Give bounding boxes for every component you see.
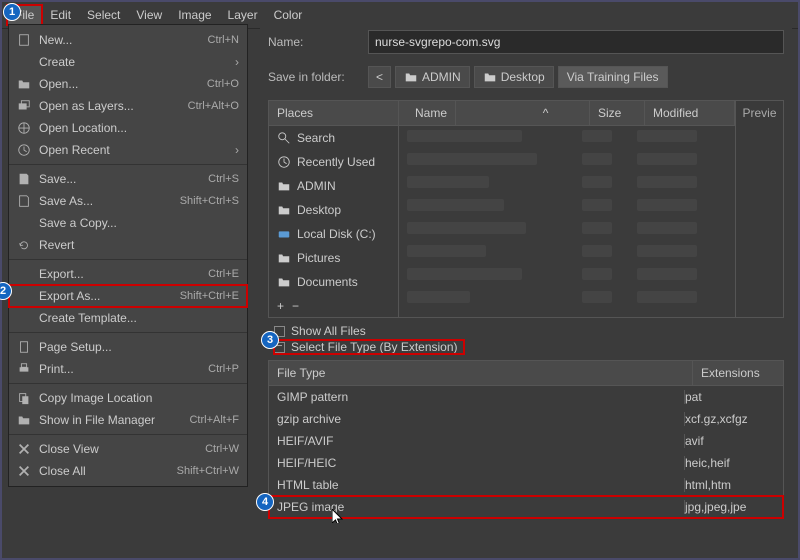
menu-item-save-[interactable]: Save...Ctrl+S [9,168,247,190]
new-icon [17,33,31,47]
crumb-desktop[interactable]: Desktop [474,66,554,88]
file-row[interactable] [399,241,735,264]
menu-item-save-a-copy-[interactable]: Save a Copy... [9,212,247,234]
save-in-folder-label: Save in folder: [268,70,358,84]
place-desktop[interactable]: Desktop [269,198,398,222]
file-browser: Places Search Recently Used ADMIN Deskto… [268,100,784,318]
nav-back[interactable]: < [368,66,391,88]
name-label: Name: [268,35,358,49]
x-icon [17,442,31,456]
menu-item-close-view[interactable]: Close ViewCtrl+W [9,438,247,460]
place-search[interactable]: Search [269,126,398,150]
file-row[interactable] [399,172,735,195]
filename-input[interactable] [368,30,784,54]
filetype-jpeg-image[interactable]: JPEG imagejpg,jpeg,jpe4 [269,496,783,518]
blank-icon [17,216,31,230]
place-local-disk-c-[interactable]: Local Disk (C:) [269,222,398,246]
revert-icon [17,238,31,252]
annotation-1: 1 [3,3,21,21]
file-row[interactable] [399,126,735,149]
menu-view[interactable]: View [129,6,169,24]
menu-item-page-setup-[interactable]: Page Setup... [9,336,247,358]
menu-item-create-template-[interactable]: Create Template... [9,307,247,329]
folder-icon [17,413,31,427]
layers-icon [17,99,31,113]
menu-item-open-as-layers-[interactable]: Open as Layers...Ctrl+Alt+O [9,95,247,117]
col-name[interactable]: Name ^ [399,101,590,125]
places-header: Places [269,101,398,126]
saveas-icon [17,194,31,208]
save-icon [17,172,31,186]
blank-icon [17,267,31,281]
col-file-type: File Type [269,361,693,385]
preview-panel: Previe [735,101,783,317]
col-modified[interactable]: Modified [645,101,735,125]
menu-item-print-[interactable]: Print...Ctrl+P [9,358,247,380]
file-row[interactable] [399,149,735,172]
open-icon [17,77,31,91]
file-row[interactable] [399,287,735,310]
show-all-files-checkbox[interactable]: Show All Files [274,324,778,338]
filetype-heif-heic[interactable]: HEIF/HEICheic,heif [269,452,783,474]
places-add-remove[interactable]: +− [269,295,398,317]
blank-icon [17,311,31,325]
annotation-3: 3 [261,331,279,349]
file-type-table: File Type Extensions GIMP patternpatgzip… [268,360,784,519]
file-row[interactable] [399,195,735,218]
menu-color[interactable]: Color [267,6,310,24]
blank-icon [17,289,31,303]
export-dialog: Name: Save in folder: < ADMINDesktopVia … [260,24,792,552]
place-admin[interactable]: ADMIN [269,174,398,198]
menu-edit[interactable]: Edit [43,6,78,24]
copy-icon [17,391,31,405]
menu-item-save-as-[interactable]: Save As...Shift+Ctrl+S [9,190,247,212]
menu-item-new-[interactable]: New...Ctrl+N [9,29,247,51]
mouse-cursor-icon [332,509,346,523]
filetype-html-table[interactable]: HTML tablehtml,htm [269,474,783,496]
select-file-type-toggle[interactable]: −Select File Type (By Extension) 3 [274,340,464,354]
file-row[interactable] [399,264,735,287]
menu-select[interactable]: Select [80,6,127,24]
blank-icon [17,55,31,69]
menu-item-export-as-[interactable]: Export As...Shift+Ctrl+E2 [9,285,247,307]
menu-item-create[interactable]: Create› [9,51,247,73]
crumb-admin[interactable]: ADMIN [395,66,470,88]
crumb-via-training-files[interactable]: Via Training Files [558,66,668,88]
menu-item-revert[interactable]: Revert [9,234,247,256]
file-menu-dropdown: New...Ctrl+NCreate›Open...Ctrl+OOpen as … [8,24,248,487]
menu-item-open-location-[interactable]: Open Location... [9,117,247,139]
annotation-4: 4 [256,493,274,511]
recent-icon [17,143,31,157]
col-size[interactable]: Size [590,101,645,125]
menu-image[interactable]: Image [171,6,218,24]
globe-icon [17,121,31,135]
breadcrumb: < ADMINDesktopVia Training Files [368,66,668,88]
menu-item-open-[interactable]: Open...Ctrl+O [9,73,247,95]
place-pictures[interactable]: Pictures [269,246,398,270]
file-row[interactable] [399,218,735,241]
annotation-2: 2 [0,282,12,300]
filetype-gimp-pattern[interactable]: GIMP patternpat [269,386,783,408]
files-panel: Name ^ Size Modified [399,101,735,317]
page-icon [17,340,31,354]
menu-item-open-recent[interactable]: Open Recent› [9,139,247,161]
menu-item-copy-image-location[interactable]: Copy Image Location [9,387,247,409]
menu-item-export-[interactable]: Export...Ctrl+E [9,263,247,285]
filetype-gzip-archive[interactable]: gzip archivexcf.gz,xcfgz [269,408,783,430]
col-extensions: Extensions [693,361,783,385]
x-icon [17,464,31,478]
menu-item-show-in-file-manager[interactable]: Show in File ManagerCtrl+Alt+F [9,409,247,431]
filetype-heif-avif[interactable]: HEIF/AVIFavif [269,430,783,452]
place-documents[interactable]: Documents [269,270,398,294]
places-panel: Places Search Recently Used ADMIN Deskto… [269,101,399,317]
menu-layer[interactable]: Layer [221,6,265,24]
print-icon [17,362,31,376]
menu-item-close-all[interactable]: Close AllShift+Ctrl+W [9,460,247,482]
place-recently-used[interactable]: Recently Used [269,150,398,174]
